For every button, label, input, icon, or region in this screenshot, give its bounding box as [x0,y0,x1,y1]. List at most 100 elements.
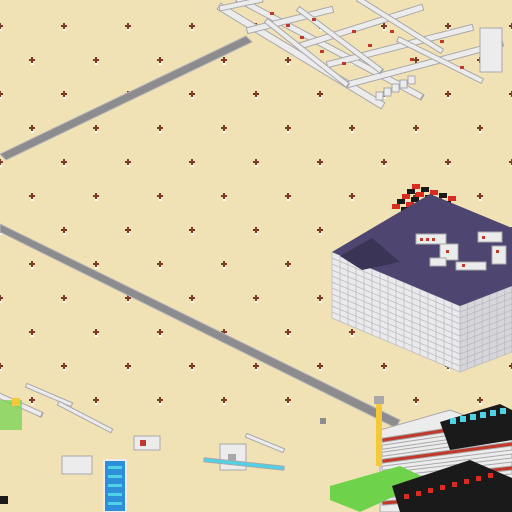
marker-highlight [287,199,290,201]
pillar-cap [374,396,384,404]
marker-highlight [287,267,290,269]
roof-machine-block [491,245,507,265]
dark-block [0,496,8,504]
conveyor-item [270,12,274,15]
marker-highlight [479,403,482,405]
marker-bar [447,23,449,29]
cyan-panel [490,410,496,416]
marker-highlight [95,63,98,65]
marker-bar [127,159,129,165]
marker-highlight [95,403,98,405]
tower-window [108,475,122,478]
conveyor-item [342,62,346,65]
marker-highlight [127,29,130,31]
marker-highlight [191,369,194,371]
conveyor-item [410,58,414,61]
marker-highlight [447,165,450,167]
marker-highlight [31,131,34,133]
machine-block [479,27,503,73]
marker-bar [191,295,193,301]
checkerboard-icon [402,194,410,199]
tower-window [108,493,122,496]
marker-bar [0,363,1,369]
marker-highlight [159,267,162,269]
marker-bar [191,91,193,97]
roof-machine-block [477,231,503,243]
marker-bar [415,397,417,403]
marker-highlight [0,165,2,167]
marker-bar [287,57,289,63]
marker-highlight [255,97,258,99]
cyan-panel [500,408,506,414]
marker-bar [127,227,129,233]
marker-highlight [255,233,258,235]
tower-window [108,466,122,469]
marker-bar [383,159,385,165]
marker-bar [159,329,161,335]
marker-highlight [95,335,98,337]
marker-bar [447,91,449,97]
marker-highlight [31,403,34,405]
marker-bar [319,295,321,301]
marker-highlight [63,369,66,371]
marker-bar [63,23,65,29]
checkerboard-icon [407,189,415,194]
marker-highlight [0,97,2,99]
marker-bar [95,193,97,199]
marker-highlight [351,131,354,133]
marker-bar [191,159,193,165]
marker-bar [415,57,417,63]
tower-window [108,484,122,487]
belt-end-block [375,91,384,101]
marker-highlight [31,267,34,269]
marker-highlight [223,267,226,269]
marker-highlight [255,369,258,371]
marker-bar [191,363,193,369]
conveyor-item [352,30,356,33]
checkerboard-icon [397,199,405,204]
red-light [488,473,493,478]
marker-bar [383,363,385,369]
marker-highlight [191,301,194,303]
marker-highlight [383,29,386,31]
marker-bar [31,57,33,63]
conveyor-item [390,30,394,33]
checkerboard-icon [421,187,429,192]
isometric-world[interactable] [0,0,512,512]
marker-highlight [447,97,450,99]
marker-highlight [159,199,162,201]
marker-bar [191,23,193,29]
marker-highlight [159,335,162,337]
marker-bar [255,295,257,301]
marker-highlight [415,131,418,133]
marker-bar [415,125,417,131]
game-viewport[interactable] [0,0,512,512]
checkerboard-icon [430,190,438,195]
red-light [428,488,433,493]
marker-highlight [223,199,226,201]
belt-end-block [399,79,408,89]
marker-highlight [223,403,226,405]
marker-highlight [31,63,34,65]
marker-bar [383,23,385,29]
marker-highlight [447,369,450,371]
small-machine [133,435,161,451]
marker-bar [0,23,1,29]
loose-block [320,418,326,424]
belt-end-block [407,75,416,85]
checkerboard-icon [448,196,456,201]
marker-bar [95,261,97,267]
marker-highlight [159,131,162,133]
marker-bar [255,159,257,165]
marker-bar [159,193,161,199]
marker-highlight [287,131,290,133]
marker-bar [159,57,161,63]
marker-highlight [223,63,226,65]
marker-highlight [351,335,354,337]
marker-bar [287,329,289,335]
roof-machine-light [426,238,429,241]
marker-bar [287,261,289,267]
marker-bar [223,193,225,199]
marker-bar [63,91,65,97]
marker-highlight [319,233,322,235]
